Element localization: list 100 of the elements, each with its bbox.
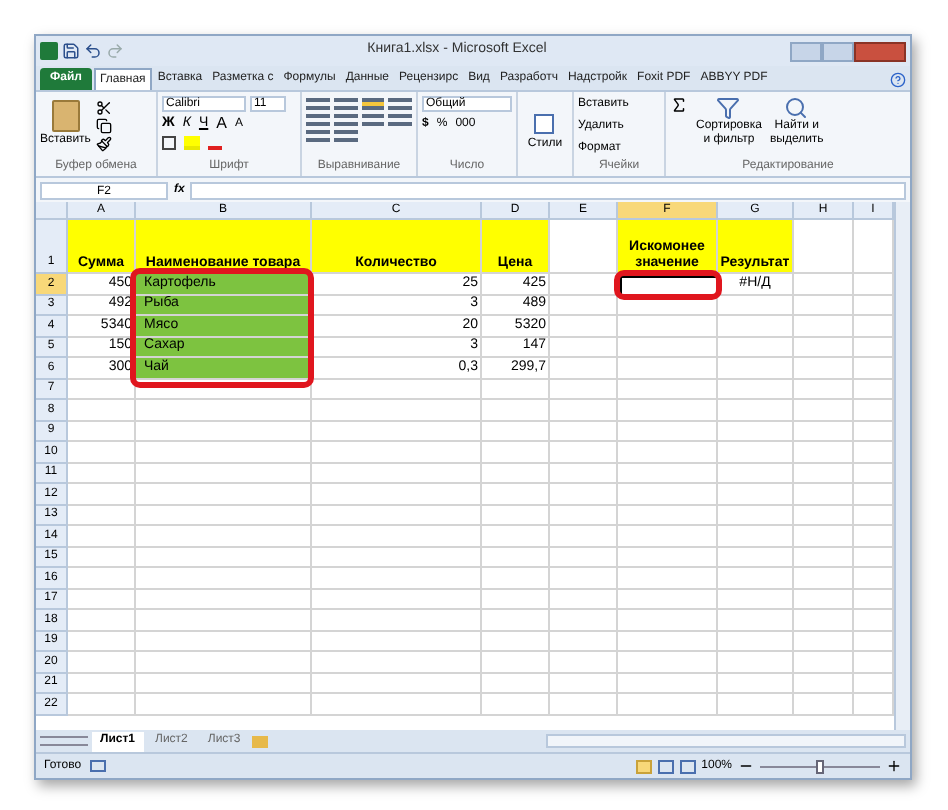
grid-cell[interactable]: [618, 505, 718, 526]
grid-cell[interactable]: [618, 526, 718, 547]
grid-cell[interactable]: [312, 568, 482, 589]
formula-field[interactable]: [190, 181, 906, 199]
grid-cell[interactable]: [550, 610, 618, 631]
grid-cell[interactable]: [794, 505, 854, 526]
grid-cell[interactable]: [482, 568, 550, 589]
grid-cell[interactable]: [550, 316, 618, 337]
active-cell[interactable]: [618, 274, 718, 295]
grid-cell[interactable]: [482, 673, 550, 694]
grid-cell[interactable]: [550, 463, 618, 484]
grid-cell[interactable]: [718, 673, 794, 694]
grid-cell[interactable]: [312, 610, 482, 631]
grid-cell[interactable]: [618, 631, 718, 652]
grid-cell[interactable]: [550, 421, 618, 442]
grid-cell[interactable]: [312, 484, 482, 505]
grid-cell[interactable]: [794, 652, 854, 673]
grid-cell[interactable]: [618, 463, 718, 484]
maximize-button[interactable]: [822, 41, 854, 61]
grid-cell[interactable]: [482, 484, 550, 505]
grid-cell[interactable]: [718, 358, 794, 379]
grid-cell[interactable]: [136, 484, 312, 505]
grid-cell[interactable]: [794, 358, 854, 379]
grid-cell[interactable]: [312, 589, 482, 610]
grid-cell[interactable]: [550, 400, 618, 421]
grid-cell[interactable]: [618, 358, 718, 379]
grid-cell[interactable]: [718, 631, 794, 652]
grid-cell[interactable]: [718, 295, 794, 316]
slider-thumb[interactable]: [816, 759, 824, 773]
grid-cell[interactable]: [136, 610, 312, 631]
grid-cell[interactable]: [312, 421, 482, 442]
grid-cell[interactable]: [550, 295, 618, 316]
grid-cell[interactable]: [618, 316, 718, 337]
borders-icon[interactable]: [162, 136, 176, 150]
grid-cell[interactable]: [794, 400, 854, 421]
grid-cell[interactable]: [718, 400, 794, 421]
grid-cell[interactable]: [68, 505, 136, 526]
grid-cell[interactable]: [68, 526, 136, 547]
grid-cell[interactable]: [794, 673, 854, 694]
grid-cell[interactable]: [312, 631, 482, 652]
grid-cell[interactable]: [482, 631, 550, 652]
grid-cell[interactable]: [794, 274, 854, 295]
macro-record-icon[interactable]: [89, 760, 106, 772]
grid-cell[interactable]: [618, 568, 718, 589]
grid-cell[interactable]: [794, 379, 854, 400]
grid-cell[interactable]: [618, 421, 718, 442]
grid-cell[interactable]: [68, 694, 136, 715]
grid-cell[interactable]: [618, 379, 718, 400]
grid-cell[interactable]: [618, 547, 718, 568]
grid-cell[interactable]: [794, 589, 854, 610]
new-sheet-icon[interactable]: [252, 735, 269, 747]
grid-cell[interactable]: [618, 610, 718, 631]
sheet-navigation-icon[interactable]: [40, 736, 88, 746]
undo-icon[interactable]: [84, 42, 102, 60]
grid-cell[interactable]: [718, 421, 794, 442]
grid-cell[interactable]: [718, 652, 794, 673]
grid-cell[interactable]: [482, 400, 550, 421]
grid-cell[interactable]: [718, 379, 794, 400]
grid-cell[interactable]: [794, 610, 854, 631]
grid-cell[interactable]: [68, 568, 136, 589]
grid-cell[interactable]: [794, 220, 854, 274]
zoom-in-icon[interactable]: [886, 758, 902, 774]
grid-cell[interactable]: [482, 589, 550, 610]
grid-cell[interactable]: [618, 400, 718, 421]
grid-cell[interactable]: [550, 442, 618, 463]
grid-cell[interactable]: [312, 379, 482, 400]
grid-cell[interactable]: [794, 526, 854, 547]
grid-cell[interactable]: [718, 316, 794, 337]
grid-cell[interactable]: [68, 589, 136, 610]
grid-cell[interactable]: [312, 694, 482, 715]
grid-cell[interactable]: [482, 610, 550, 631]
grid-cell[interactable]: [550, 526, 618, 547]
grid-cell[interactable]: [794, 694, 854, 715]
grid-cell[interactable]: [718, 526, 794, 547]
grid-cell[interactable]: [550, 505, 618, 526]
grid-cell[interactable]: [550, 568, 618, 589]
grid-cell[interactable]: [68, 652, 136, 673]
grid-cell[interactable]: [794, 421, 854, 442]
grid-cell[interactable]: [550, 547, 618, 568]
help-icon[interactable]: [890, 72, 906, 88]
grid-cell[interactable]: [550, 673, 618, 694]
grid-cell[interactable]: [136, 442, 312, 463]
grid-cell[interactable]: [68, 673, 136, 694]
grid-cell[interactable]: [718, 694, 794, 715]
grid-cell[interactable]: [794, 547, 854, 568]
grid-cell[interactable]: [794, 295, 854, 316]
grid-cell[interactable]: [136, 694, 312, 715]
autosum-icon[interactable]: [670, 96, 688, 114]
grid-cell[interactable]: [618, 295, 718, 316]
grid-cell[interactable]: [312, 400, 482, 421]
cut-icon[interactable]: [96, 99, 113, 115]
grow-font-button[interactable]: A: [216, 116, 227, 132]
horizontal-scrollbar[interactable]: [546, 734, 906, 748]
grid-cell[interactable]: [136, 379, 312, 400]
grid-cell[interactable]: [550, 379, 618, 400]
grid-cell[interactable]: [482, 442, 550, 463]
grid-cell[interactable]: [618, 694, 718, 715]
grid-cell[interactable]: [794, 463, 854, 484]
grid-cell[interactable]: [482, 379, 550, 400]
grid-cell[interactable]: [718, 568, 794, 589]
